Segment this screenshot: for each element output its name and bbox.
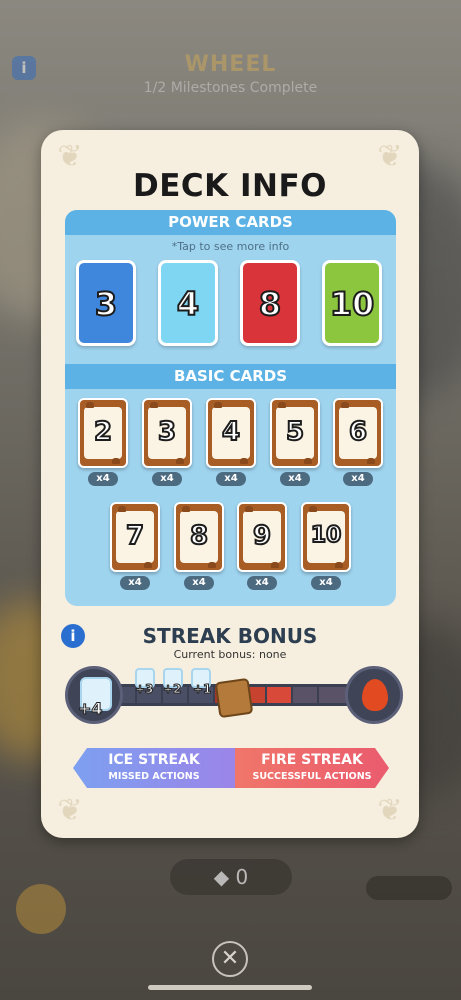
basic-card-2: 2: [78, 398, 128, 468]
fire-streak-button[interactable]: FIRE STREAK SUCCESSFUL ACTIONS: [235, 748, 389, 788]
power-card-value: 3: [94, 284, 118, 324]
power-cards-header: POWER CARDS: [65, 210, 396, 235]
basic-card-3: 3: [142, 398, 192, 468]
basic-cards-header: BASIC CARDS: [65, 364, 396, 389]
home-indicator: [148, 985, 312, 990]
deck-info-modal: ❦ ❦ ❦ ❦ DECK INFO POWER CARDS *Tap to se…: [41, 130, 419, 838]
tap-note: *Tap to see more info: [171, 240, 290, 253]
power-card-8[interactable]: 8: [240, 260, 300, 346]
card-count-badge: x4: [184, 576, 214, 590]
basic-card-7: 7: [110, 502, 160, 572]
streak-bonus-title: STREAK BONUS: [142, 624, 318, 648]
card-count-badge: x4: [343, 472, 373, 486]
power-card-value: 4: [176, 284, 200, 324]
background-subtitle: 1/2 Milestones Complete: [143, 80, 318, 96]
power-card-10[interactable]: 10: [322, 260, 382, 346]
basic-card-value: 7: [125, 520, 145, 552]
card-count-badge: x4: [120, 576, 150, 590]
background-dots: [366, 876, 452, 900]
corner-ornament-icon: ❦: [57, 793, 83, 828]
fire-streak-label: FIRE STREAK: [261, 752, 363, 768]
ice-bonus-label: +4: [78, 699, 104, 719]
close-icon: ✕: [220, 946, 240, 971]
ice-level-label: +1: [192, 682, 212, 697]
counter-value: 0: [235, 865, 249, 889]
basic-card-10: 10: [301, 502, 351, 572]
background-title: WHEEL: [184, 52, 277, 77]
modal-title: DECK INFO: [133, 168, 327, 204]
basic-card-value: 5: [285, 416, 305, 448]
power-card-4[interactable]: 4: [158, 260, 218, 346]
fire-streak-sub: SUCCESSFUL ACTIONS: [252, 771, 372, 782]
ice-streak-button[interactable]: ICE STREAK MISSED ACTIONS: [73, 748, 235, 788]
card-count-badge: x4: [247, 576, 277, 590]
ice-streak-sub: MISSED ACTIONS: [108, 771, 200, 782]
avatar: [16, 884, 66, 934]
basic-card-5: 5: [270, 398, 320, 468]
card-count-badge: x4: [152, 472, 182, 486]
basic-card-value: 6: [348, 416, 368, 448]
power-card-value: 10: [329, 284, 376, 324]
basic-card-value: 8: [189, 520, 209, 552]
current-bonus-text: Current bonus: none: [173, 648, 287, 661]
ice-level-label: +3: [134, 682, 154, 697]
ice-streak-icon: +4: [65, 666, 123, 724]
card-count-badge: x4: [280, 472, 310, 486]
ice-level-label: +2: [162, 682, 182, 697]
ice-streak-label: ICE STREAK: [108, 752, 200, 768]
close-button[interactable]: ✕: [212, 941, 248, 977]
background-counter: ◆ 0: [170, 859, 292, 895]
basic-card-9: 9: [237, 502, 287, 572]
basic-card-value: 4: [221, 416, 241, 448]
power-card-3[interactable]: 3: [76, 260, 136, 346]
card-count-badge: x4: [88, 472, 118, 486]
basic-card-value: 3: [157, 416, 177, 448]
streak-marker-icon: [214, 677, 254, 719]
basic-card-value: 10: [310, 522, 343, 549]
card-count-badge: x4: [311, 576, 341, 590]
fire-streak-icon: [345, 666, 403, 724]
basic-card-value: 9: [252, 520, 272, 552]
card-count-badge: x4: [216, 472, 246, 486]
basic-card-4: 4: [206, 398, 256, 468]
basic-card-6: 6: [333, 398, 383, 468]
basic-card-8: 8: [174, 502, 224, 572]
corner-ornament-icon: ❦: [377, 793, 403, 828]
power-card-value: 8: [258, 284, 282, 324]
basic-card-value: 2: [93, 416, 113, 448]
deck-panel: POWER CARDS *Tap to see more info 3 4 8 …: [65, 210, 396, 606]
